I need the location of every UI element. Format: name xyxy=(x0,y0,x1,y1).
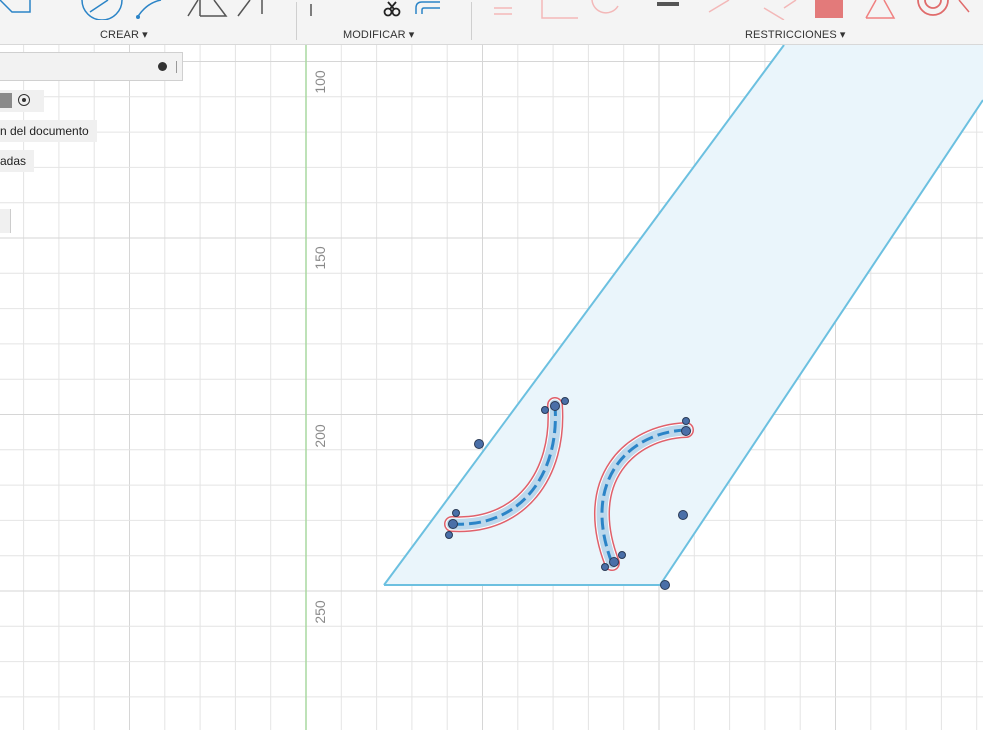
toolbar-separator xyxy=(471,2,472,40)
browser-header[interactable] xyxy=(0,52,183,81)
sketch-point xyxy=(618,551,626,559)
sketch-point xyxy=(609,557,619,567)
trim-scissors-icon[interactable] xyxy=(382,0,404,20)
sketch-point xyxy=(660,580,670,590)
offset-tool-icon[interactable] xyxy=(414,0,440,20)
sketch-point xyxy=(550,401,560,411)
sketch-point xyxy=(682,417,690,425)
sketch-profile[interactable] xyxy=(384,45,983,585)
browser-item-collapsed[interactable] xyxy=(0,209,11,233)
horizontal-constraint-icon[interactable] xyxy=(490,0,530,20)
sketch-point xyxy=(452,509,460,517)
sketch-point xyxy=(448,519,458,529)
fix-constraint-icon[interactable] xyxy=(813,0,845,20)
line-tool-icon[interactable] xyxy=(236,0,286,20)
browser-item-named-views[interactable]: adas xyxy=(0,150,35,172)
symmetry-constraint-icon[interactable] xyxy=(862,0,898,20)
sketch-point xyxy=(601,563,609,571)
panel-resize-handle-icon[interactable] xyxy=(176,61,177,73)
sketch-point xyxy=(681,426,691,436)
parallel-constraint-icon[interactable] xyxy=(705,0,735,20)
ruler-label-150: 150 xyxy=(312,246,328,270)
polygon-tool-icon[interactable] xyxy=(186,0,236,20)
sketch-point xyxy=(445,531,453,539)
pin-icon[interactable] xyxy=(158,62,167,71)
arc-tool-icon[interactable] xyxy=(135,0,185,20)
sketch-point xyxy=(561,397,569,405)
constraints-menu[interactable]: RESTRICCIONES ▾ xyxy=(745,28,846,41)
activate-radio-icon[interactable] xyxy=(18,94,30,106)
equal-constraint-icon[interactable] xyxy=(655,0,683,20)
ruler-label-100: 100 xyxy=(312,70,328,94)
sketch-point xyxy=(678,510,688,520)
rectangle-tool-icon[interactable] xyxy=(0,0,40,20)
circle-tool-icon[interactable] xyxy=(80,0,128,20)
ruler-label-200: 200 xyxy=(312,424,328,448)
sketch-toolbar: CREAR ▾ MODIFICAR ▾ RESTRICCIONES ▾ xyxy=(0,0,983,45)
perpendicular-constraint-icon[interactable] xyxy=(538,0,578,20)
slot-tool-icon[interactable] xyxy=(308,0,322,20)
ruler-label-250: 250 xyxy=(312,600,328,624)
tangent-constraint-icon[interactable] xyxy=(590,0,630,20)
browser-item-document-units[interactable]: n del documento xyxy=(0,120,97,142)
component-icon xyxy=(0,93,12,108)
modify-menu[interactable]: MODIFICAR ▾ xyxy=(343,28,414,41)
toolbar-separator xyxy=(296,2,297,40)
collinear-constraint-icon[interactable] xyxy=(760,0,800,20)
sketch-point xyxy=(474,439,484,449)
sketch-canvas[interactable]: 100 150 200 250 xyxy=(0,45,983,730)
concentric-constraint-icon[interactable] xyxy=(915,0,983,20)
sketch-point xyxy=(541,406,549,414)
create-menu[interactable]: CREAR ▾ xyxy=(100,28,148,41)
browser-root-row[interactable] xyxy=(0,90,44,112)
